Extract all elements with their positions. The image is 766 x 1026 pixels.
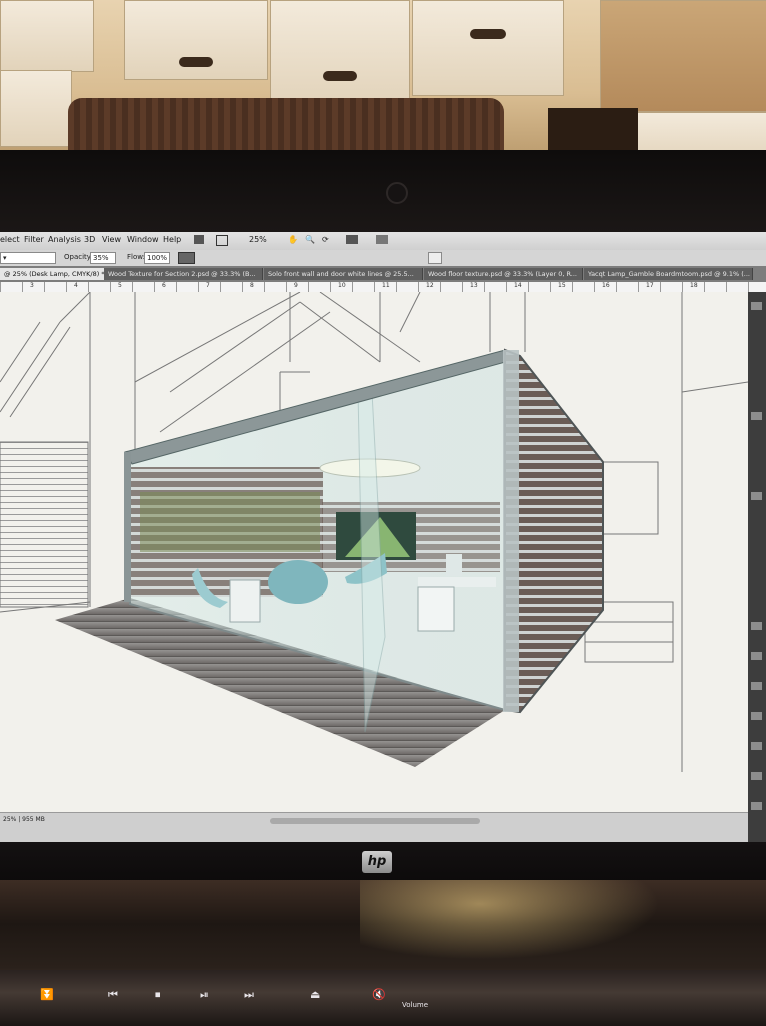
booth-rendering [0,291,749,772]
storage-box [600,0,766,112]
ruler-number: 18 [690,282,698,289]
airbrush-icon[interactable] [178,252,195,264]
menu-analysis[interactable]: Analysis [48,235,81,244]
ruler-number: 4 [74,282,78,289]
hp-logo: hp [362,851,392,873]
storage-box [270,0,410,106]
tab-wood-texture[interactable]: Wood Texture for Section 2.psd @ 33.3% (… [104,268,263,280]
tablet-pressure-icon[interactable] [428,252,442,264]
panel-strip [748,292,766,844]
laptop-bezel-top [0,150,766,232]
panel-icon[interactable] [751,652,762,660]
ruler-number: 11 [382,282,390,289]
stop-icon[interactable]: ⏹ [155,988,161,1002]
menu-filter[interactable]: Filter [24,235,44,244]
ruler-number: 6 [162,282,166,289]
document-canvas[interactable] [0,291,749,832]
ruler-number: 3 [30,282,34,289]
light-reflection [360,880,660,960]
ruler-number: 9 [294,282,298,289]
rotate-view-icon[interactable]: ⟳ [322,235,329,244]
mute-icon[interactable]: 🔇 [372,988,386,1001]
panel-icon[interactable] [751,742,762,750]
tab-desk-lamp[interactable]: @ 25% (Desk Lamp, CMYK/8) * [0,268,105,280]
play-pause-icon[interactable]: ⏯ [200,988,209,1002]
status-zoom: 25% | 955 MB [3,816,45,823]
opacity-label: Opacity: [64,253,93,261]
panel-icon[interactable] [751,492,762,500]
storage-box [0,0,94,72]
brush-mode-select[interactable]: ▾ [0,252,56,264]
menu-view[interactable]: View [102,235,121,244]
panel-icon[interactable] [751,772,762,780]
menu-window[interactable]: Window [127,235,159,244]
status-bar: 25% | 955 MB [0,812,748,844]
webcam-icon [386,182,408,204]
previous-track-icon[interactable]: ⏮ [108,988,118,1002]
storage-box [0,70,72,147]
ruler-number: 14 [514,282,522,289]
tab-lamp-boardroom[interactable]: Yacqt Lamp_Gamble Boardmtoom.psd @ 9.1% … [584,268,753,280]
panel-icon[interactable] [751,682,762,690]
hand-tool-icon[interactable]: ✋ [288,235,298,244]
screen-mode-icon[interactable] [376,235,388,244]
ruler-number: 10 [338,282,346,289]
ruler-number: 5 [118,282,122,289]
booth-corner-post [503,350,519,712]
panel-icon[interactable] [751,712,762,720]
document-tabs: @ 25% (Desk Lamp, CMYK/8) * Wood Texture… [0,266,766,282]
opacity-input[interactable]: 35% [90,252,116,264]
ruler-number: 17 [646,282,654,289]
ruler-number: 12 [426,282,434,289]
bridge-icon[interactable] [194,235,204,244]
zoom-tool-icon[interactable]: 🔍 [305,235,315,244]
volume-label: Volume [402,1001,429,1009]
panel-icon[interactable] [751,622,762,630]
zoom-select[interactable]: 25% [249,235,267,244]
frame-icon[interactable] [216,235,228,246]
flow-label: Flow: [127,253,145,261]
ruler-number: 8 [250,282,254,289]
ruler-number: 13 [470,282,478,289]
ruler-number: 7 [206,282,210,289]
menu-select[interactable]: elect [0,235,20,244]
ruler-number: 16 [602,282,610,289]
panel-icon[interactable] [751,302,762,310]
arrange-documents-icon[interactable] [346,235,358,244]
right-slat-wall [504,348,604,714]
flow-input[interactable]: 100% [144,252,170,264]
media-key-icon[interactable]: ⏬ [40,988,54,1001]
menu-3d[interactable]: 3D [84,235,95,244]
ruler-number: 15 [558,282,566,289]
panel-icon[interactable] [751,802,762,810]
photoshop-menubar: elect Filter Analysis 3D View Window Hel… [0,232,766,251]
tab-front-wall[interactable]: Solo front wall and door white lines @ 2… [264,268,423,280]
background-room [0,0,766,170]
storage-box [412,0,564,96]
panel-icon[interactable] [751,412,762,420]
storage-box [124,0,268,80]
horizontal-scrollbar[interactable] [270,818,480,824]
next-track-icon[interactable]: ⏭ [244,988,254,1002]
tab-wood-floor[interactable]: Wood floor texture.psd @ 33.3% (Layer 0,… [424,268,583,280]
laptop-screen: elect Filter Analysis 3D View Window Hel… [0,232,766,844]
booth-post [124,452,131,602]
tool-options-bar: ▾ Opacity: 35% Flow: 100% [0,250,766,267]
eject-icon[interactable]: ⏏ [310,988,320,1001]
menu-help[interactable]: Help [163,235,181,244]
